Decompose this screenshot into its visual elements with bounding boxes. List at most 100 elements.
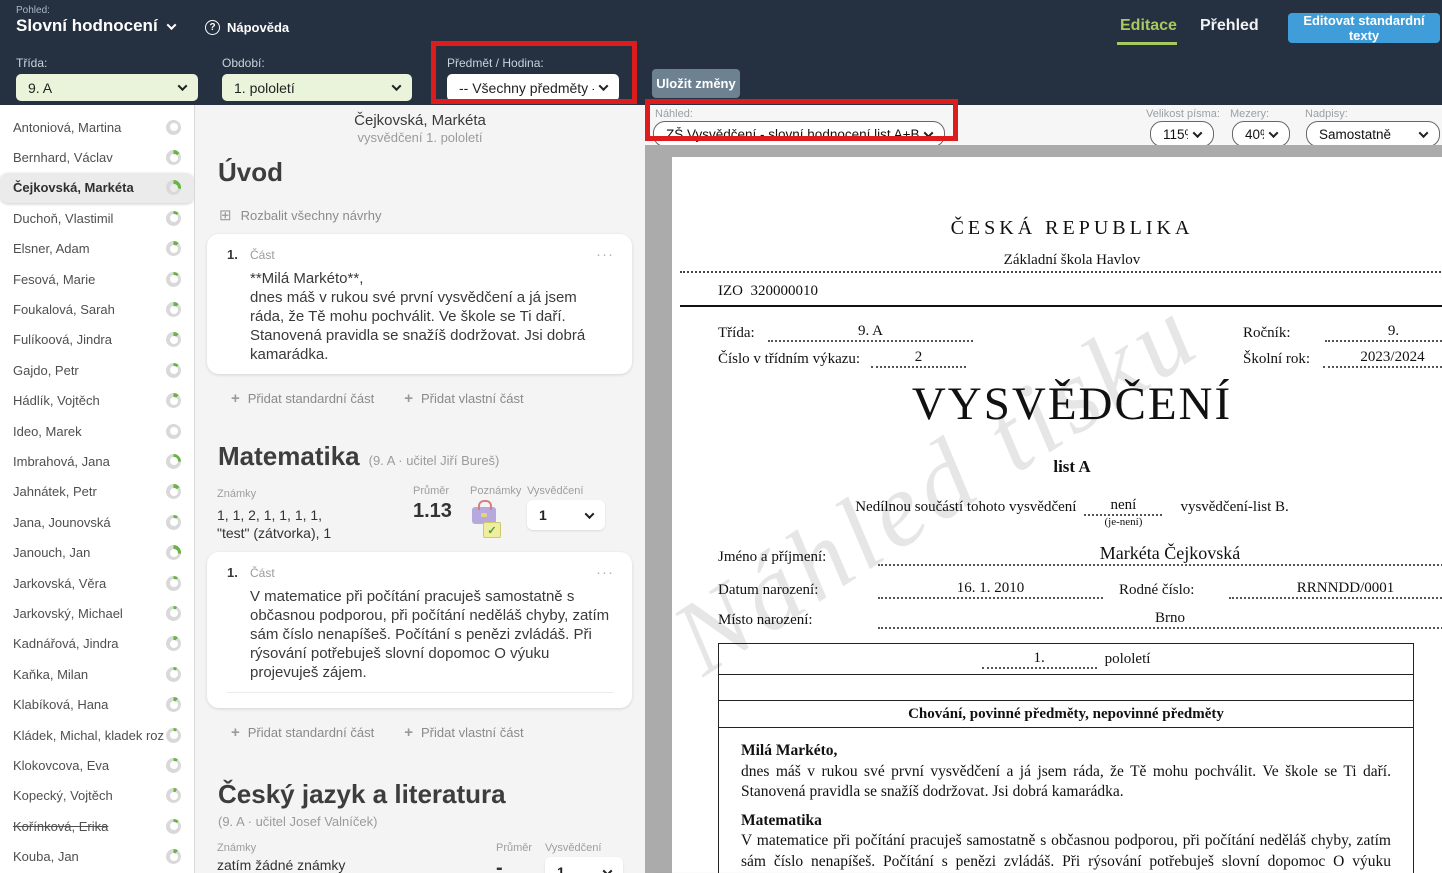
grades-label: Známky — [217, 485, 413, 503]
student-row[interactable]: Hádlík, Vojtěch — [0, 386, 194, 416]
help-link[interactable]: ? Nápověda — [205, 20, 289, 35]
doc-math-heading: Matematika — [741, 811, 1391, 832]
student-row[interactable]: Foukalová, Sarah — [0, 294, 194, 324]
part-label: Část — [250, 566, 275, 580]
student-row[interactable]: Kaňka, Milan — [0, 659, 194, 689]
tab-editace[interactable]: Editace — [1120, 17, 1177, 35]
student-name: Kadnářová, Jindra — [13, 636, 166, 651]
font-size-select[interactable]: 115% — [1150, 121, 1214, 147]
view-switcher[interactable]: Pohled: Slovní hodnocení — [16, 5, 175, 36]
expand-all-suggestions-link[interactable]: ⊞ Rozbalit všechny návrhy — [219, 206, 645, 224]
student-row[interactable]: Bernhard, Václav — [0, 142, 194, 172]
plus-icon: + — [231, 390, 240, 407]
student-row[interactable]: Kadnářová, Jindra — [0, 629, 194, 659]
student-list: Antoniová, Martina Bernhard, Václav Čejk… — [0, 105, 195, 873]
doc-school-name: Základní škola Havlov — [680, 252, 1442, 273]
progress-ring-icon — [166, 758, 181, 773]
student-row[interactable]: Janouch, Jan — [0, 537, 194, 567]
progress-ring-icon — [166, 180, 181, 195]
grades-line2: "test" (zátvorka), 1 — [217, 524, 413, 542]
plus-icon: + — [404, 724, 413, 741]
tab-prehled[interactable]: Přehled — [1200, 17, 1259, 35]
spacing-label: Mezery: — [1230, 108, 1269, 120]
student-name: Kouba, Jan — [13, 849, 166, 864]
average-label: Průměr — [496, 842, 545, 854]
progress-ring-icon — [166, 454, 181, 469]
period-label: Období: — [222, 56, 412, 70]
add-standard-part-button[interactable]: + Přidat standardní část — [231, 390, 374, 407]
student-row[interactable]: Gajdo, Petr — [0, 355, 194, 385]
student-row[interactable]: Imbrahová, Jana — [0, 446, 194, 476]
student-row[interactable]: Jarkovský, Michael — [0, 598, 194, 628]
doc-class-value: 9. A — [768, 323, 973, 342]
progress-ring-icon — [166, 484, 181, 499]
help-label: Nápověda — [227, 20, 289, 35]
edit-standard-texts-button[interactable]: Editovat standardní texty — [1288, 13, 1440, 43]
notebook-check-icon[interactable]: ✓ — [483, 522, 501, 538]
help-icon: ? — [205, 20, 220, 35]
period-select[interactable]: 1. pololetí — [222, 74, 412, 101]
class-select[interactable]: 9. A — [16, 74, 198, 101]
doc-birthplace-label: Místo narození: — [718, 612, 878, 629]
chevron-down-icon — [1269, 128, 1279, 138]
doc-class-label: Třída: — [718, 325, 768, 342]
add-standard-part-button[interactable]: + Přidat standardní část — [231, 724, 374, 741]
student-name: Elsner, Adam — [13, 241, 166, 256]
chevron-down-icon — [1419, 128, 1429, 138]
doc-birthdate-value: 16. 1. 2010 — [878, 580, 1103, 599]
subject-select[interactable]: -- Všechny předměty -- — [447, 74, 619, 101]
student-row[interactable]: Jahnátek, Petr — [0, 477, 194, 507]
spacing-select[interactable]: 40% — [1232, 121, 1290, 147]
active-tab-underline — [1117, 42, 1177, 45]
add-custom-part-button[interactable]: + Přidat vlastní část — [404, 390, 523, 407]
student-row[interactable]: Čejkovská, Markéta — [0, 173, 194, 203]
student-row[interactable]: Fesová, Marie — [0, 264, 194, 294]
part-menu-icon[interactable]: ··· — [596, 569, 614, 577]
student-name: Imbrahová, Jana — [13, 454, 166, 469]
doc-rule — [680, 305, 1442, 307]
student-row[interactable]: Antoniová, Martina — [0, 112, 194, 142]
view-label: Pohled: — [16, 5, 175, 16]
progress-ring-icon — [166, 788, 181, 803]
student-row[interactable]: Klokovcova, Eva — [0, 750, 194, 780]
doc-table-header: Chování, povinné předměty, nepovinné pře… — [719, 701, 1413, 728]
student-row[interactable]: Jana, Jounovská — [0, 507, 194, 537]
student-row[interactable]: Kládek, Michal, kladek roz — [0, 720, 194, 750]
student-row[interactable]: Duchoň, Vlastimil — [0, 203, 194, 233]
student-row[interactable]: Ideo, Marek — [0, 416, 194, 446]
report-grade-select[interactable]: 1 — [527, 500, 605, 530]
student-name: Čejkovská, Markéta — [13, 180, 166, 195]
student-row[interactable]: Klabíková, Hana — [0, 689, 194, 719]
part-text-editor[interactable]: V matematice při počítání pracuješ samos… — [250, 587, 614, 682]
doc-semester-word: pololetí — [1105, 651, 1151, 668]
preview-template-select[interactable]: ZŠ Vysvědčení - slovní hodnocení list A+… — [653, 121, 945, 147]
student-name: Jahnátek, Petr — [13, 484, 166, 499]
section-heading-matematika: Matematika — [218, 441, 360, 472]
part-menu-icon[interactable]: ··· — [596, 251, 614, 259]
student-name: Klabíková, Hana — [13, 697, 166, 712]
student-name: Kládek, Michal, kladek roz — [13, 728, 166, 743]
student-name: Jarkovská, Věra — [13, 576, 166, 591]
chevron-down-icon — [599, 81, 609, 91]
save-changes-button[interactable]: Uložit změny — [652, 69, 740, 98]
part-text-editor[interactable]: **Milá Markéto**, dnes máš v rukou své p… — [250, 269, 614, 364]
font-size-label: Velikost písma: — [1146, 108, 1220, 120]
student-row[interactable]: Elsner, Adam — [0, 234, 194, 264]
student-row[interactable]: Kouba, Jan — [0, 841, 194, 871]
student-row[interactable]: Jarkovská, Věra — [0, 568, 194, 598]
progress-ring-icon — [166, 332, 181, 347]
grades-label: Známky — [217, 842, 496, 854]
student-row[interactable]: Fulíkoová, Jindra — [0, 325, 194, 355]
student-row[interactable]: Kořínková, Erika — [0, 811, 194, 841]
doc-school-year-value: 2023/2024 — [1323, 349, 1442, 368]
student-row[interactable]: Kopecký, Vojtěch — [0, 781, 194, 811]
doc-greeting-heading: Milá Markéto, — [741, 741, 1391, 762]
headings-select[interactable]: Samostatně — [1306, 121, 1440, 147]
editor-student-title: Čejkovská, Markéta — [195, 112, 645, 129]
report-grade-select[interactable]: 1 — [545, 857, 623, 873]
doc-birthnumber-value: RRNNDD/0001 — [1229, 580, 1442, 599]
chevron-down-icon — [1193, 128, 1203, 138]
section-heading-cesky-jazyk: Český jazyk a literatura — [218, 779, 645, 810]
progress-ring-icon — [166, 211, 181, 226]
add-custom-part-button[interactable]: + Přidat vlastní část — [404, 724, 523, 741]
